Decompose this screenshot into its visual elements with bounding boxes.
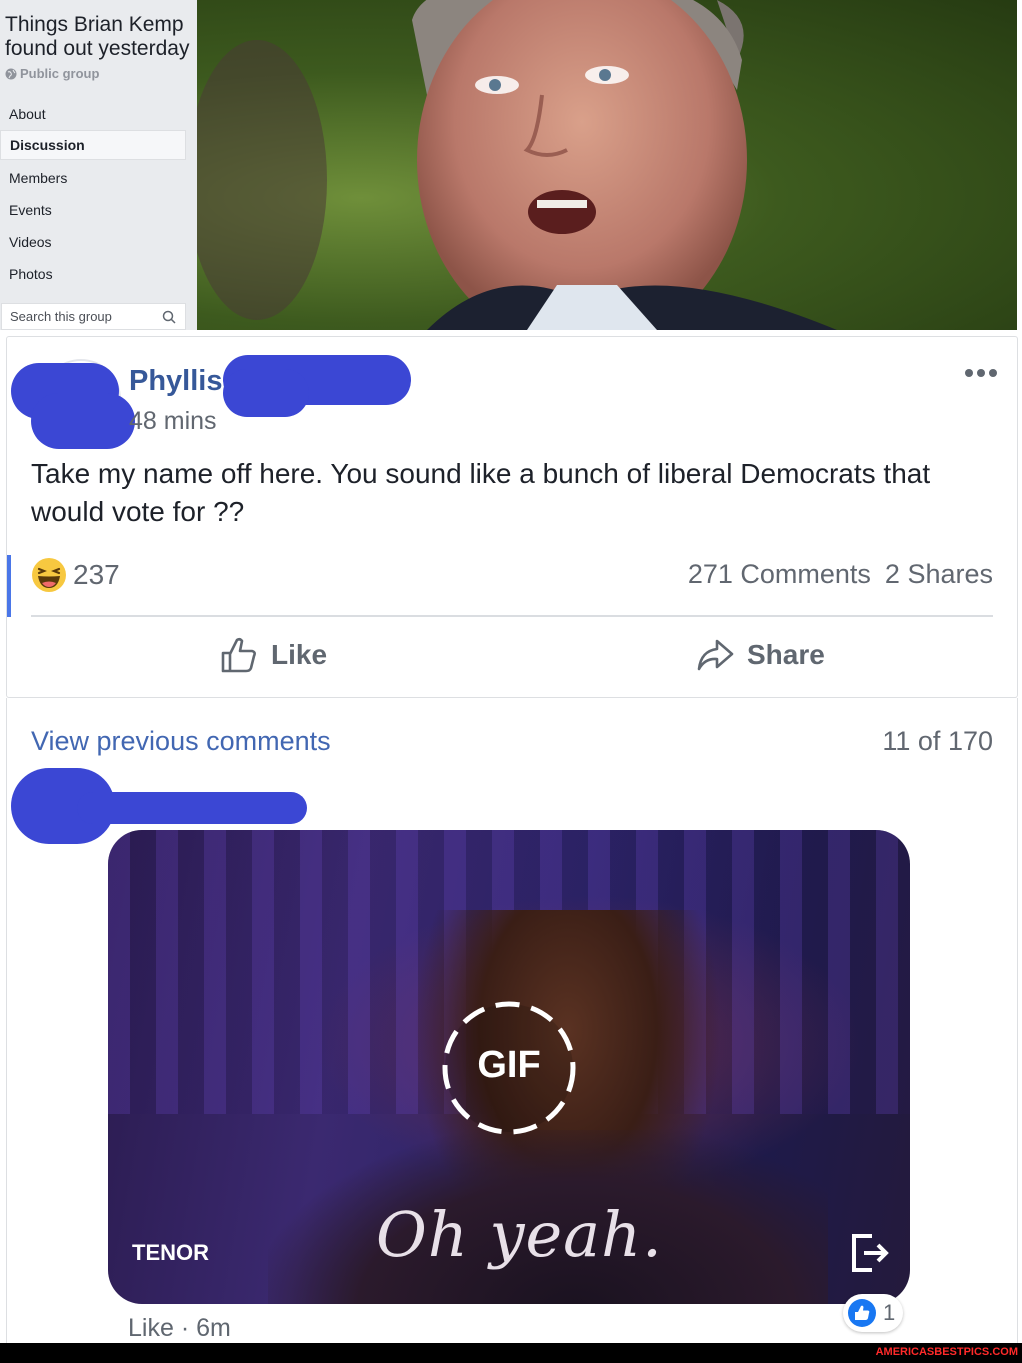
post-reactions[interactable]: 237 <box>31 557 120 593</box>
share-button[interactable]: Share <box>695 635 825 675</box>
group-nav: About Discussion Members Events Videos P… <box>0 98 186 290</box>
globe-icon <box>5 68 17 79</box>
gif-badge-label: GIF <box>477 1044 541 1086</box>
like-button-label: Like <box>271 639 328 670</box>
open-external-icon[interactable] <box>846 1230 892 1276</box>
like-reaction-icon <box>848 1299 876 1327</box>
more-options-icon[interactable] <box>963 367 999 379</box>
group-privacy-label: Public group <box>20 66 100 81</box>
post-timestamp[interactable]: 48 mins <box>129 407 217 436</box>
tenor-logo: TENOR <box>132 1240 209 1265</box>
action-divider <box>31 615 993 617</box>
engagement-summary: 271 Comments 2 Shares <box>688 559 993 590</box>
redaction-mark <box>31 393 135 449</box>
comment-meta-separator: · <box>180 1314 190 1342</box>
group-privacy: Public group <box>5 66 99 81</box>
site-watermark: AMERICASBESTPICS.COM <box>875 1346 1018 1358</box>
shares-count-link[interactable]: 2 Shares <box>885 559 993 590</box>
thumbs-up-icon <box>221 637 256 673</box>
post-text: Take my name off here. You sound like a … <box>31 458 931 527</box>
gif-caption: Oh yeah. <box>376 1198 663 1271</box>
nav-item-videos[interactable]: Videos <box>0 226 186 258</box>
nav-item-about[interactable]: About <box>0 98 186 130</box>
post-card: Phyllis 48 mins Take my name off here. Y… <box>6 336 1018 698</box>
nav-item-discussion[interactable]: Discussion <box>0 130 186 160</box>
comments-count-link[interactable]: 271 Comments <box>688 559 871 590</box>
cover-photo-portrait <box>197 0 837 330</box>
nav-item-photos[interactable]: Photos <box>0 258 186 290</box>
reaction-count: 237 <box>73 559 120 590</box>
group-search[interactable] <box>1 303 186 330</box>
share-button-label: Share <box>747 639 825 670</box>
comment-gif[interactable]: GIF Oh yeah. TENOR <box>108 830 910 1304</box>
post-author-name[interactable]: Phyllis <box>129 365 223 398</box>
comment-meta: Like · 6m <box>128 1314 231 1343</box>
share-arrow-icon <box>697 639 734 671</box>
nav-item-events[interactable]: Events <box>0 194 186 226</box>
group-cover-photo[interactable] <box>197 0 1017 330</box>
group-title[interactable]: Things Brian Kemp found out yesterday <box>5 13 195 61</box>
search-icon[interactable] <box>162 310 176 324</box>
footer-bar: AMERICASBESTPICS.COM <box>0 1343 1022 1363</box>
like-button[interactable]: Like <box>219 635 327 675</box>
group-search-input[interactable] <box>10 309 158 324</box>
comment-reaction-count: 1 <box>883 1300 896 1325</box>
redaction-mark <box>77 792 307 824</box>
comment-pagination-count: 11 of 170 <box>882 726 993 756</box>
view-previous-comments-link[interactable]: View previous comments <box>31 726 331 757</box>
haha-reaction-icon <box>32 558 66 592</box>
comment-reactions[interactable]: 1 <box>843 1294 904 1332</box>
group-sidebar: Things Brian Kemp found out yesterday Pu… <box>0 0 197 330</box>
reaction-indicator <box>7 555 11 617</box>
comment-like-link[interactable]: Like <box>128 1314 174 1342</box>
nav-item-members[interactable]: Members <box>0 162 186 194</box>
redaction-mark <box>223 369 309 417</box>
comment-timestamp[interactable]: 6m <box>196 1314 231 1342</box>
comments-section: View previous comments 11 of 170 GIF Oh … <box>6 698 1018 1343</box>
